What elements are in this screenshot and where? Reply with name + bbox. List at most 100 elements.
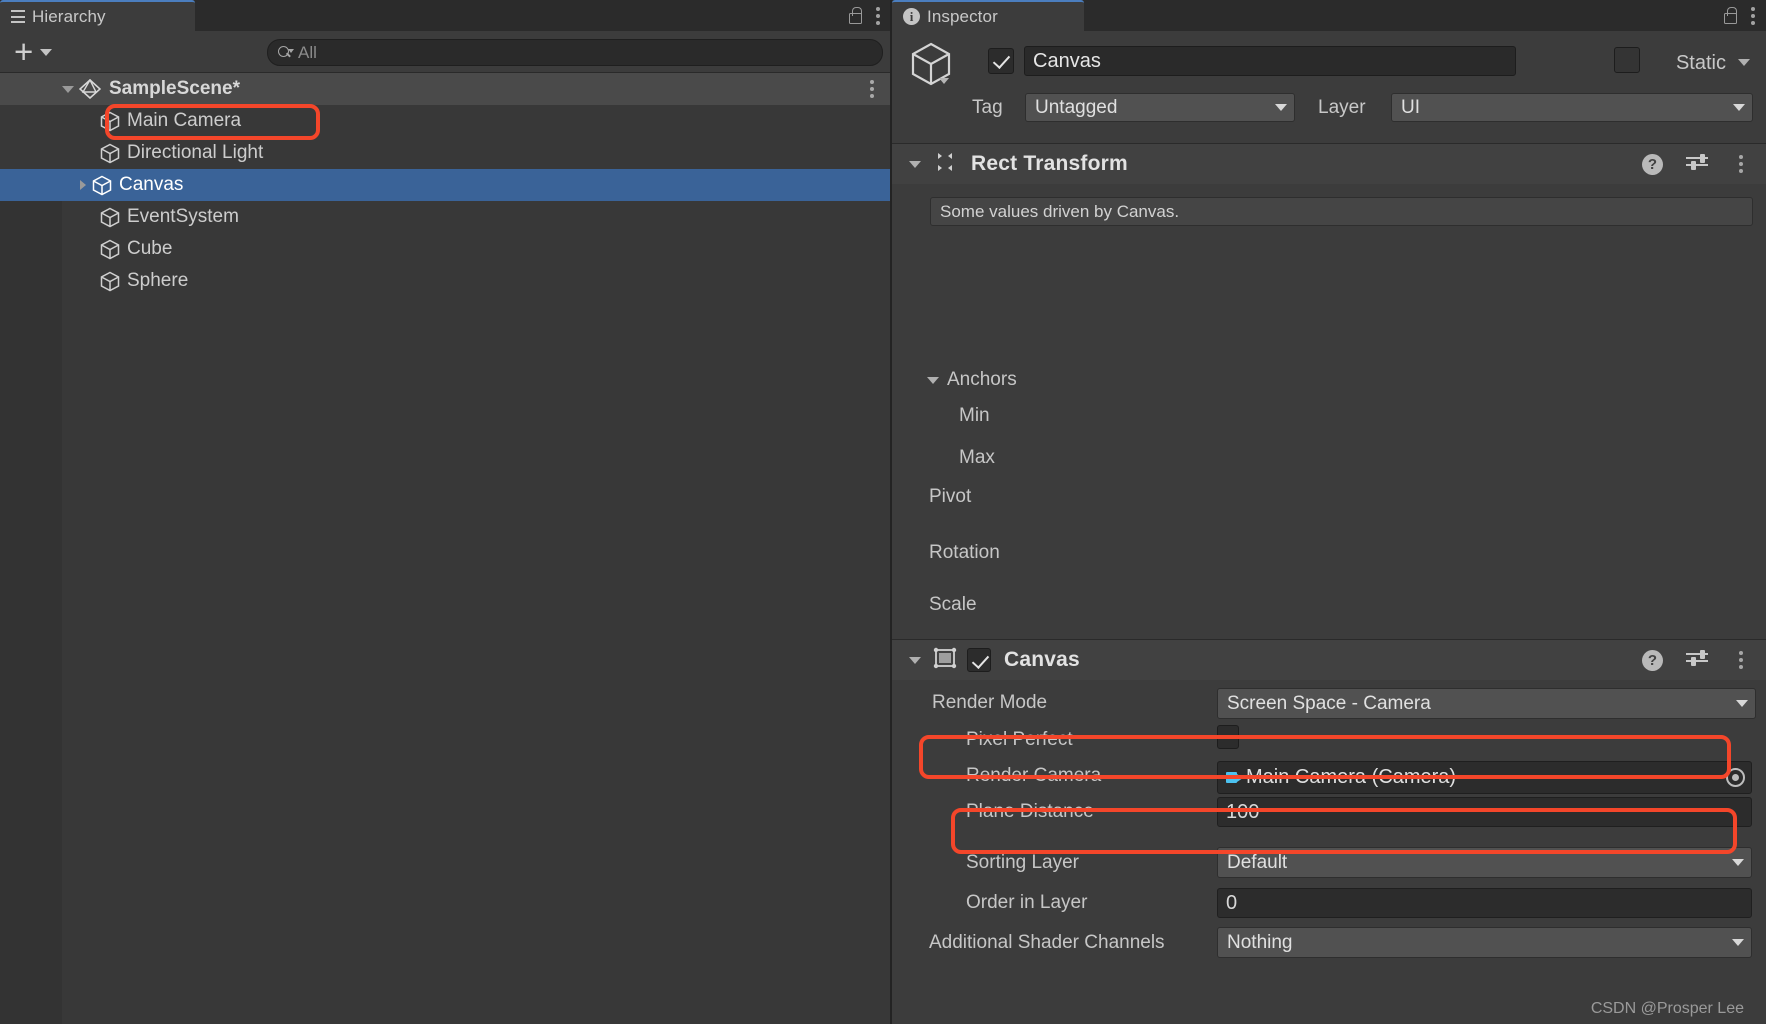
component-title: Rect Transform [971,152,1128,175]
rect-transform-body-3: Scale X 0.1297416 Y 0.1297416 Z 0.129741… [892,581,1766,639]
tab-inspector[interactable]: i Inspector [892,0,1084,31]
hierarchy-row-canvas[interactable]: Canvas [0,169,891,201]
layer-dropdown[interactable]: UI [1391,93,1753,122]
object-picker-icon[interactable] [1726,768,1745,787]
gameobject-cube-icon [92,175,112,196]
tag-value: Untagged [1035,96,1118,118]
gameobject-header: Canvas Static [892,31,1766,93]
gameobject-cube-icon [100,271,120,292]
gameobject-cube-icon [100,111,120,132]
hierarchy-row-label: Sphere [127,270,189,291]
chevron-down-icon [40,48,53,56]
canvas-enabled-checkbox[interactable] [967,648,991,672]
tag-dropdown[interactable]: Untagged [1025,93,1295,122]
render-camera-label: Render Camera [966,765,1102,786]
anchor-min-label: Min [959,405,990,426]
component-header-canvas[interactable]: Canvas ? [892,640,1766,680]
chevron-down-icon [1732,939,1744,946]
canvas-body: Render Mode Screen Space - Camera Pixel … [892,680,1766,960]
plane-distance-label: Plane Distance [966,801,1094,822]
help-icon[interactable]: ? [1642,153,1663,175]
hierarchy-row-directional-light[interactable]: Directional Light [0,137,891,169]
sorting-layer-dropdown[interactable]: Default [1217,847,1752,878]
component-title: Canvas [1004,648,1080,671]
chevron-down-icon[interactable] [909,656,921,664]
lock-icon[interactable] [1722,7,1737,24]
layer-label: Layer [1318,97,1366,118]
hierarchy-panel: Hierarchy + All SampleScene* Main Camera… [0,0,891,1024]
chevron-down-icon[interactable] [909,160,921,168]
tab-inspector-label: Inspector [927,6,998,26]
add-gameobject-button[interactable]: + [10,33,56,70]
canvas-icon [933,647,957,674]
hierarchy-row-label: Main Camera [127,110,242,131]
rect-transform-body-2: Max X 0 Y 0 Pivot X 0.5 Y 0.5 Rotation X… [892,446,1766,581]
anchors-foldout[interactable]: Anchors [927,369,1017,391]
additional-shader-channels-value: Nothing [1227,931,1293,953]
gameobject-name-field[interactable]: Canvas [1024,46,1516,76]
hierarchy-row-label: Canvas [119,174,184,195]
hierarchy-row-label: EventSystem [127,206,239,227]
sorting-layer-value: Default [1227,851,1288,873]
search-placeholder: All [298,42,317,62]
kebab-menu-icon[interactable] [1739,155,1744,173]
hierarchy-row-label: Directional Light [127,142,264,163]
component-header-rect-transform[interactable]: Rect Transform ? [892,144,1766,184]
chevron-down-icon [1732,859,1744,866]
static-label: Static [1675,52,1726,74]
watermark: CSDN @Prosper Lee [1590,1000,1744,1017]
hierarchy-row-label: SampleScene* [109,78,240,99]
anchors-label: Anchors [947,369,1017,390]
chevron-down-icon [1733,104,1745,111]
static-dropdown-chevron-icon[interactable] [1738,59,1750,66]
rect-transform-body: Some values driven by Canvas. Pos X Pos … [892,184,1766,446]
anchor-max-label: Max [959,447,995,468]
order-in-layer-field[interactable]: 0 [1217,888,1752,918]
order-in-layer-label: Order in Layer [966,892,1088,913]
info-icon: i [903,8,920,25]
chevron-down-icon[interactable] [939,78,949,84]
kebab-menu-icon[interactable] [876,6,881,25]
sorting-layer-label: Sorting Layer [966,852,1080,873]
tag-layer-row: Tag Untagged Layer UI [892,93,1766,127]
help-icon[interactable]: ? [1642,649,1663,671]
hierarchy-row-main-camera[interactable]: Main Camera [0,105,891,137]
pivot-label: Pivot [929,486,972,507]
pixel-perfect-checkbox[interactable] [1217,725,1239,749]
gameobject-enabled-checkbox[interactable] [988,48,1014,74]
additional-shader-channels-dropdown[interactable]: Nothing [1217,927,1752,958]
search-input[interactable]: All [267,39,883,66]
plus-icon: + [14,33,34,70]
plane-distance-field[interactable]: 100 [1217,797,1752,827]
hierarchy-row-label: Cube [127,238,173,259]
render-mode-label: Render Mode [932,692,1048,713]
hierarchy-tab-actions [847,0,891,31]
kebab-menu-icon[interactable] [1739,651,1744,669]
gameobject-cube-icon [100,207,120,228]
chevron-down-icon[interactable] [62,85,74,93]
render-mode-value: Screen Space - Camera [1227,692,1431,714]
scene-kebab-menu-icon[interactable] [870,80,875,98]
hierarchy-row-eventsystem[interactable]: EventSystem [0,201,891,233]
kebab-menu-icon[interactable] [1751,6,1756,25]
tab-hierarchy[interactable]: Hierarchy [0,0,195,31]
list-icon [11,10,25,23]
chevron-down-icon [927,376,939,384]
preset-icon[interactable] [1686,154,1708,173]
hierarchy-row-scene[interactable]: SampleScene* [0,73,891,105]
inspector-panel: i Inspector Canvas Static Tag Untagged L… [892,0,1766,1024]
render-mode-dropdown[interactable]: Screen Space - Camera [1217,688,1756,719]
preset-icon[interactable] [1686,650,1708,669]
hierarchy-row-sphere[interactable]: Sphere [0,265,891,297]
layer-value: UI [1401,96,1420,118]
lock-icon[interactable] [847,7,862,24]
scale-label: Scale [929,594,977,615]
static-checkbox[interactable] [1614,47,1640,73]
chevron-right-icon[interactable] [80,180,86,190]
pixel-perfect-label: Pixel Perfect [966,729,1073,750]
inspector-body: Canvas Static Tag Untagged Layer UI Rect… [892,31,1766,1024]
hierarchy-row-cube[interactable]: Cube [0,233,891,265]
render-camera-object-field[interactable]: Main Camera (Camera) [1217,761,1752,794]
driven-info-box: Some values driven by Canvas. [930,197,1753,226]
unity-scene-icon [78,78,102,100]
